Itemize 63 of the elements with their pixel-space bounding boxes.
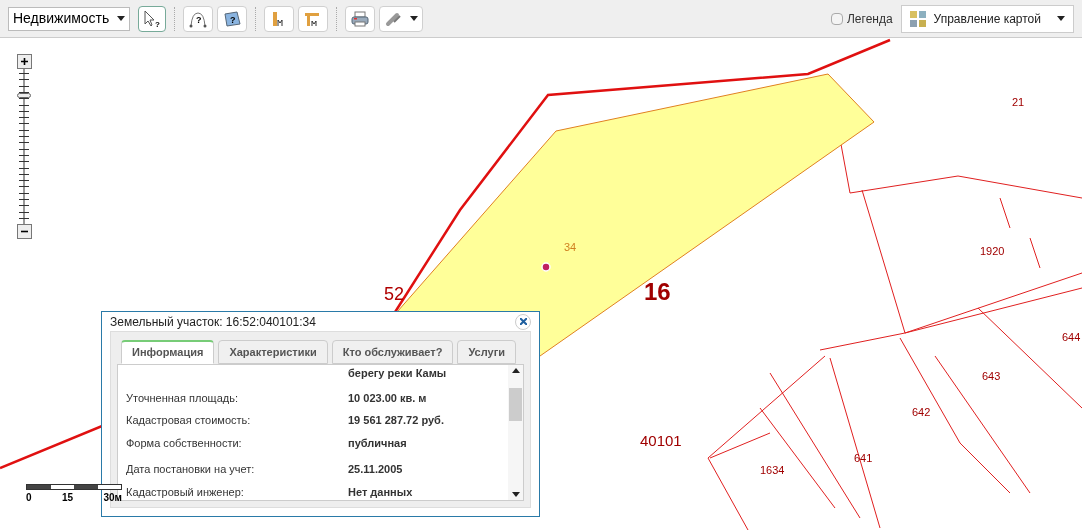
legend-label: Легенда [846, 10, 893, 28]
popup-title: Земельный участок: 16:52:040101:34 [110, 313, 316, 331]
identify-tool-button[interactable]: ? [138, 5, 167, 32]
minus-icon [20, 228, 28, 235]
map-label: 1634 [760, 464, 785, 476]
info-value: 19 561 287.72 руб. [348, 413, 444, 428]
info-label: Кадастровая стоимость: [126, 413, 252, 428]
popup-tab[interactable]: Характеристики [218, 340, 328, 364]
layer-select[interactable]: Недвижимость [8, 6, 131, 31]
zoom-thumb[interactable] [17, 93, 31, 98]
scale-label: 0 [26, 491, 32, 505]
info-value: публичная [348, 435, 407, 451]
scrollbar[interactable] [508, 365, 523, 500]
caret-icon [410, 16, 419, 21]
zoom-in-button[interactable] [16, 54, 32, 69]
printer-icon [350, 9, 371, 28]
scale-label: 30м [103, 491, 122, 505]
tool-mark: ? [155, 19, 161, 28]
map-label: 644 [1062, 331, 1081, 343]
map-label: 34 [564, 241, 577, 253]
map-control-button[interactable]: Управление картой [900, 4, 1074, 33]
info-label: Уточненная площадь: [126, 390, 239, 406]
scroll-thumb[interactable] [509, 388, 522, 422]
map-label: 642 [912, 406, 931, 418]
map-label: 52 [384, 284, 405, 304]
map-label: 643 [982, 370, 1001, 382]
popup-tab[interactable]: Кто обслуживает? [331, 340, 454, 364]
scroll-up-icon [511, 368, 520, 373]
info-label: Дата постановки на учет: [126, 462, 256, 477]
info-label: Кадастровый инженер: [126, 484, 245, 500]
legend-toggle[interactable]: Легенда [830, 9, 893, 28]
info-value: 10 023.00 кв. м [348, 390, 427, 406]
close-button[interactable] [515, 313, 531, 330]
map-label: 16 [644, 278, 671, 305]
caret-icon [1057, 16, 1065, 21]
map-label: 1920 [980, 245, 1005, 257]
legend-checkbox[interactable] [830, 12, 843, 25]
map-label: 21 [1012, 96, 1025, 108]
plus-icon [20, 58, 28, 65]
close-icon [519, 318, 527, 325]
popup-tab[interactable]: Услуги [457, 340, 516, 364]
measure-distance-button[interactable] [264, 5, 295, 32]
scroll-down-icon [511, 492, 520, 497]
scale-label: 15 [61, 491, 74, 505]
zoom-out-button[interactable] [16, 224, 32, 239]
info-value: 25.11.2005 [348, 462, 403, 477]
tool-mark: ? [196, 14, 202, 25]
area-query-tool-button[interactable]: ? [217, 5, 248, 32]
location-marker [541, 262, 551, 272]
popup-tab[interactable]: Информация [121, 340, 215, 364]
map-label: 641 [854, 452, 873, 464]
zoom-slider[interactable] [16, 69, 32, 224]
map-label: 40101 [640, 432, 682, 449]
print-button[interactable] [345, 5, 376, 32]
dropdown-icon [117, 16, 126, 21]
info-label: Форма собственности: [126, 435, 243, 451]
link-button[interactable] [379, 5, 424, 32]
grid-icon [909, 10, 926, 27]
info-value: берегу реки Камы [348, 366, 447, 381]
tool-mark: ? [230, 14, 236, 25]
curve-query-tool-button[interactable]: ? [183, 5, 214, 32]
info-value: Нет данных [348, 484, 413, 500]
measure-area-button[interactable] [298, 5, 329, 32]
